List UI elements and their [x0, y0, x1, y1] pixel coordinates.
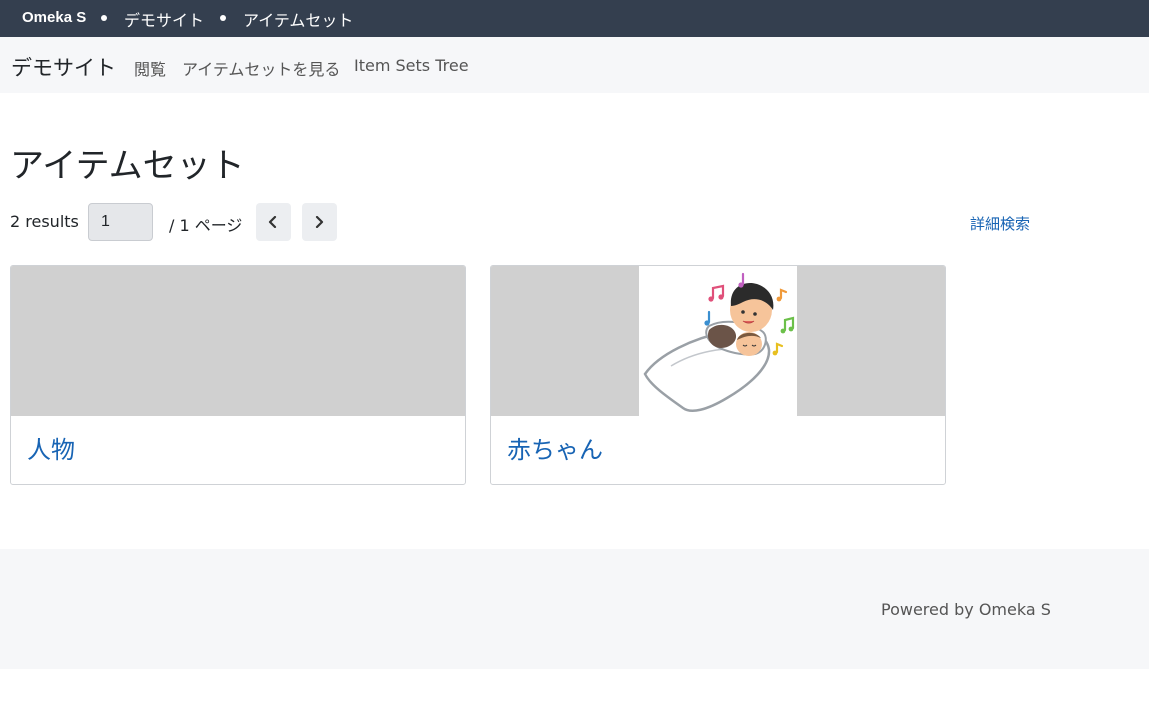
chevron-right-icon [315, 216, 324, 228]
nav-link-browse[interactable]: 閲覧 [134, 56, 166, 80]
site-title[interactable]: デモサイト [11, 52, 116, 82]
breadcrumb-separator [101, 15, 107, 21]
nav-link-view-item-sets[interactable]: アイテムセットを見る [182, 56, 340, 80]
results-count: 2 results [10, 212, 79, 231]
page-total: / 1 ページ [169, 216, 243, 235]
breadcrumb-omeka-s[interactable]: Omeka S [22, 9, 86, 26]
powered-by-text: Powered by Omeka S [881, 600, 1051, 619]
chevron-left-icon [268, 216, 277, 228]
card-thumbnail-placeholder[interactable] [11, 266, 465, 416]
father-and-baby-sleeping-illustration[interactable] [639, 266, 797, 416]
card-thumbnail-area[interactable] [491, 266, 945, 416]
breadcrumb-separator [220, 15, 226, 21]
advanced-search-link[interactable]: 詳細検索 [970, 213, 1030, 234]
item-set-card[interactable]: 赤ちゃん [490, 265, 946, 485]
item-set-title-link[interactable]: 人物 [27, 430, 75, 465]
next-page-button[interactable] [302, 203, 337, 241]
footer: Powered by Omeka S [0, 549, 1149, 669]
breadcrumb-site[interactable]: デモサイト [124, 7, 204, 31]
item-set-title-link[interactable]: 赤ちゃん [507, 430, 603, 465]
top-breadcrumb-bar: Omeka S デモサイト アイテムセット [0, 0, 1149, 37]
site-navigation: デモサイト 閲覧 アイテムセットを見る Item Sets Tree [0, 37, 1149, 93]
page-number-input[interactable] [88, 203, 153, 241]
previous-page-button[interactable] [256, 203, 291, 241]
breadcrumb-item-sets[interactable]: アイテムセット [243, 7, 353, 31]
nav-link-item-sets-tree[interactable]: Item Sets Tree [354, 56, 469, 75]
item-set-card[interactable]: 人物 [10, 265, 466, 485]
page-title: アイテムセット [10, 146, 245, 186]
